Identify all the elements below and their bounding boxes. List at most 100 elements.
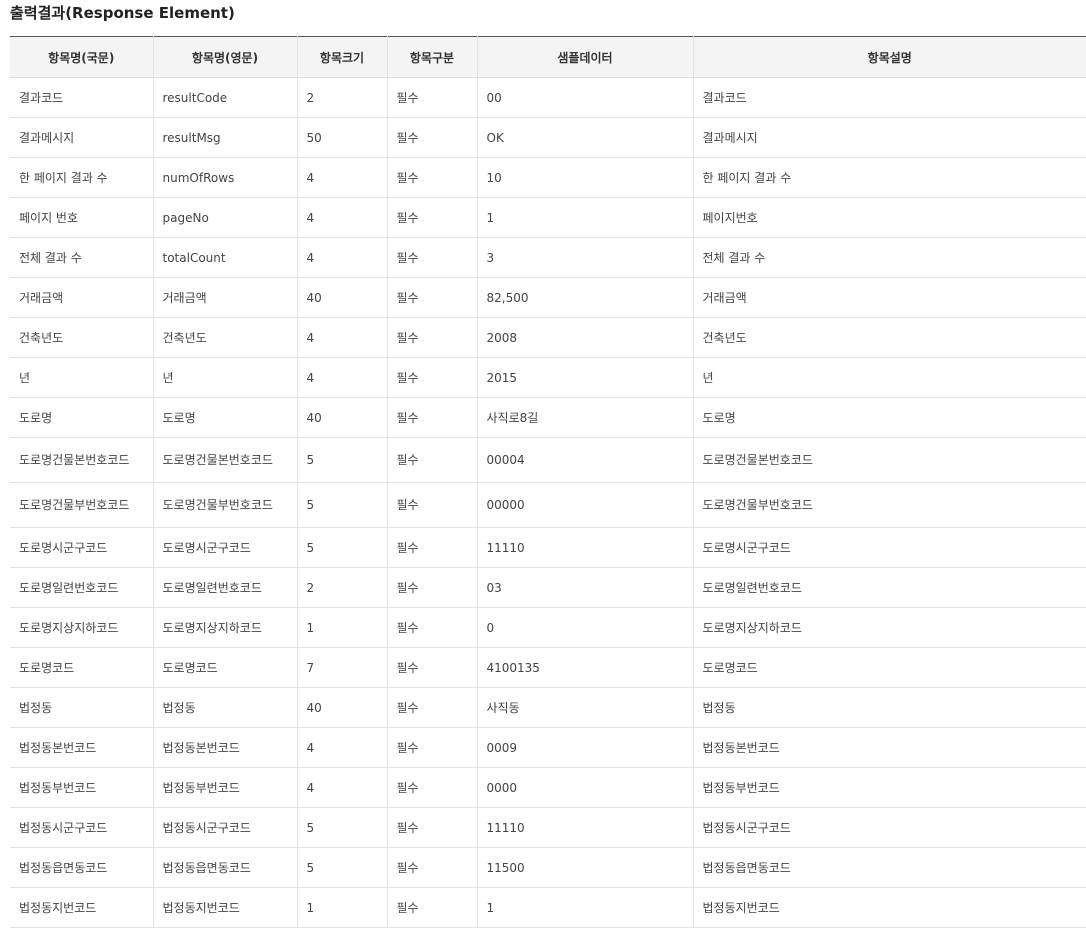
cell-name-en: 법정동시군구코드 (152, 807, 297, 848)
cell-name-en: pageNo (152, 197, 297, 238)
cell-size: 5 (296, 807, 387, 848)
section-title: 출력결과(Response Element) (10, 4, 235, 22)
cell-description: 거래금액 (692, 277, 1086, 318)
cell-sample-data: 03 (476, 567, 693, 608)
cell-name-en: 거래금액 (152, 277, 297, 318)
cell-name-kr: 도로명건물본번호코드 (10, 437, 153, 483)
table-row: 도로명코드 도로명코드 7 필수 4100135 도로명코드 (10, 647, 1086, 688)
header-sample-data: 샘플데이터 (476, 36, 693, 78)
table-row: 법정동본번코드 법정동본번코드 4 필수 0009 법정동본번코드 (10, 727, 1086, 768)
cell-type: 필수 (386, 277, 477, 318)
cell-sample-data: 2008 (476, 317, 693, 358)
cell-sample-data: 10 (476, 157, 693, 198)
cell-sample-data: 0009 (476, 727, 693, 768)
cell-type: 필수 (386, 847, 477, 888)
cell-name-en: 법정동본번코드 (152, 727, 297, 768)
cell-sample-data: 00004 (476, 437, 693, 483)
cell-description: 도로명시군구코드 (692, 527, 1086, 568)
cell-type: 필수 (386, 437, 477, 483)
table-row: 도로명시군구코드 도로명시군구코드 5 필수 11110 도로명시군구코드 (10, 527, 1086, 568)
cell-size: 2 (296, 77, 387, 118)
header-name-kr: 항목명(국문) (10, 36, 153, 78)
cell-sample-data: 4100135 (476, 647, 693, 688)
cell-type: 필수 (386, 727, 477, 768)
table-row: 도로명 도로명 40 필수 사직로8길 도로명 (10, 397, 1086, 438)
table-row: 도로명건물부번호코드 도로명건물부번호코드 5 필수 00000 도로명건물부번호코드 (10, 482, 1086, 528)
cell-name-kr: 결과메시지 (10, 117, 153, 158)
cell-sample-data: 00000 (476, 482, 693, 528)
cell-name-en: 도로명시군구코드 (152, 527, 297, 568)
header-size: 항목크기 (296, 36, 387, 78)
cell-sample-data: 11110 (476, 807, 693, 848)
table-row: 전체 결과 수 totalCount 4 필수 3 전체 결과 수 (10, 237, 1086, 278)
cell-sample-data: OK (476, 117, 693, 158)
cell-name-en: resultCode (152, 77, 297, 118)
cell-description: 법정동읍면동코드 (692, 847, 1086, 888)
cell-name-kr: 도로명 (10, 397, 153, 438)
cell-description: 건축년도 (692, 317, 1086, 358)
header-description: 항목설명 (692, 36, 1086, 78)
cell-type: 필수 (386, 357, 477, 398)
cell-name-kr: 한 페이지 결과 수 (10, 157, 153, 198)
cell-name-kr: 도로명일련번호코드 (10, 567, 153, 608)
cell-name-kr: 결과코드 (10, 77, 153, 118)
table-row: 법정동읍면동코드 법정동읍면동코드 5 필수 11500 법정동읍면동코드 (10, 847, 1086, 888)
cell-name-en: 도로명지상지하코드 (152, 607, 297, 648)
cell-type: 필수 (386, 767, 477, 808)
cell-type: 필수 (386, 117, 477, 158)
cell-description: 도로명건물부번호코드 (692, 482, 1086, 528)
table-row: 법정동지번코드 법정동지번코드 1 필수 1 법정동지번코드 (10, 887, 1086, 928)
cell-size: 4 (296, 157, 387, 198)
table-row: 한 페이지 결과 수 numOfRows 4 필수 10 한 페이지 결과 수 (10, 157, 1086, 198)
cell-name-kr: 법정동시군구코드 (10, 807, 153, 848)
cell-size: 5 (296, 437, 387, 483)
response-element-table-container: 항목명(국문) 항목명(영문) 항목크기 항목구분 샘플데이터 항목설명 결과코… (10, 36, 1086, 928)
cell-sample-data: 0 (476, 607, 693, 648)
header-name-en: 항목명(영문) (152, 36, 297, 78)
cell-name-kr: 거래금액 (10, 277, 153, 318)
cell-size: 40 (296, 687, 387, 728)
cell-type: 필수 (386, 687, 477, 728)
cell-name-kr: 도로명코드 (10, 647, 153, 688)
cell-description: 법정동부번코드 (692, 767, 1086, 808)
cell-type: 필수 (386, 197, 477, 238)
cell-size: 4 (296, 727, 387, 768)
cell-type: 필수 (386, 157, 477, 198)
cell-description: 법정동 (692, 687, 1086, 728)
header-type: 항목구분 (386, 36, 477, 78)
cell-name-en: totalCount (152, 237, 297, 278)
cell-sample-data: 82,500 (476, 277, 693, 318)
cell-name-en: 법정동지번코드 (152, 887, 297, 928)
table-body: 결과코드 resultCode 2 필수 00 결과코드 결과메시지 resultMsg 50 필… (10, 77, 1086, 928)
table-row: 년 년 4 필수 2015 년 (10, 357, 1086, 398)
cell-name-kr: 도로명건물부번호코드 (10, 482, 153, 528)
table-row: 결과코드 resultCode 2 필수 00 결과코드 (10, 77, 1086, 118)
cell-name-en: 년 (152, 357, 297, 398)
cell-size: 4 (296, 197, 387, 238)
cell-name-kr: 년 (10, 357, 153, 398)
cell-description: 한 페이지 결과 수 (692, 157, 1086, 198)
cell-size: 7 (296, 647, 387, 688)
table-row: 결과메시지 resultMsg 50 필수 OK 결과메시지 (10, 117, 1086, 158)
cell-name-en: 도로명일련번호코드 (152, 567, 297, 608)
cell-description: 법정동시군구코드 (692, 807, 1086, 848)
cell-description: 전체 결과 수 (692, 237, 1086, 278)
cell-type: 필수 (386, 482, 477, 528)
table-row: 법정동시군구코드 법정동시군구코드 5 필수 11110 법정동시군구코드 (10, 807, 1086, 848)
cell-name-en: 건축년도 (152, 317, 297, 358)
cell-description: 도로명 (692, 397, 1086, 438)
cell-name-kr: 법정동부번코드 (10, 767, 153, 808)
cell-sample-data: 2015 (476, 357, 693, 398)
cell-type: 필수 (386, 887, 477, 928)
cell-name-kr: 법정동 (10, 687, 153, 728)
cell-sample-data: 3 (476, 237, 693, 278)
cell-size: 50 (296, 117, 387, 158)
cell-name-en: 법정동읍면동코드 (152, 847, 297, 888)
cell-type: 필수 (386, 397, 477, 438)
cell-name-en: numOfRows (152, 157, 297, 198)
cell-description: 도로명코드 (692, 647, 1086, 688)
cell-size: 4 (296, 767, 387, 808)
cell-size: 5 (296, 847, 387, 888)
cell-name-en: 도로명건물부번호코드 (152, 482, 297, 528)
cell-sample-data: 1 (476, 887, 693, 928)
